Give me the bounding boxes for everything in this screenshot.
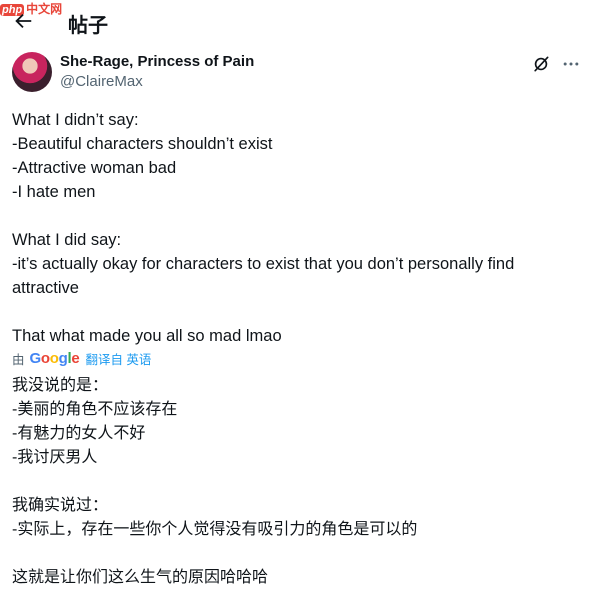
tweet-line: -I hate men xyxy=(12,183,96,201)
author-name[interactable]: She-Rage, Princess of Pain xyxy=(60,53,254,70)
tweet-line: What I did say: xyxy=(12,231,122,249)
tweet-line: -Beautiful characters shouldn’t exist xyxy=(12,135,273,153)
translated-line: -美丽的角色不应该存在 xyxy=(12,401,178,418)
translated-line: 我没说的是： xyxy=(12,377,109,394)
translated-line: 我确实说过： xyxy=(12,497,109,514)
avatar[interactable] xyxy=(12,52,52,92)
translated-line: -有魅力的女人不好 xyxy=(12,425,146,442)
translated-line: -我讨厌男人 xyxy=(12,449,98,466)
tweet-line: What I didn’t say: xyxy=(12,111,139,129)
back-button[interactable] xyxy=(12,10,34,32)
translated-by-label: 由 xyxy=(12,352,25,367)
translation-attribution: 由 Google 翻译自 英语 xyxy=(12,348,151,368)
translated-line: 这就是让你们这么生气的原因哈哈哈 xyxy=(12,569,269,586)
tweet-line: -it’s actually okay for characters to ex… xyxy=(12,255,515,297)
grok-button[interactable] xyxy=(531,54,551,74)
translated-from-link[interactable]: 翻译自 英语 xyxy=(85,349,151,368)
tweet-author: She-Rage, Princess of Pain @ClaireMax xyxy=(12,52,581,96)
author-handle[interactable]: @ClaireMax xyxy=(60,73,143,90)
tweet-line: That what made you all so mad lmao xyxy=(12,327,282,345)
more-button[interactable] xyxy=(561,54,581,74)
arrow-left-icon xyxy=(15,13,32,29)
tweet-line: -Attractive woman bad xyxy=(12,159,177,177)
google-logo: Google xyxy=(29,349,80,367)
translated-line: -实际上，存在一些你个人觉得没有吸引力的角色是可以的 xyxy=(12,521,418,538)
page-title: 帖子 xyxy=(68,15,108,37)
more-horizontal-icon xyxy=(563,62,579,66)
header: php 中文网 帖子 xyxy=(0,0,593,44)
grok-icon xyxy=(534,56,549,72)
tweet-text: What I didn’t say: -Beautiful characters… xyxy=(12,108,577,348)
translated-text: 我没说的是： -美丽的角色不应该存在 -有魅力的女人不好 -我讨厌男人 我确实说… xyxy=(12,374,577,590)
